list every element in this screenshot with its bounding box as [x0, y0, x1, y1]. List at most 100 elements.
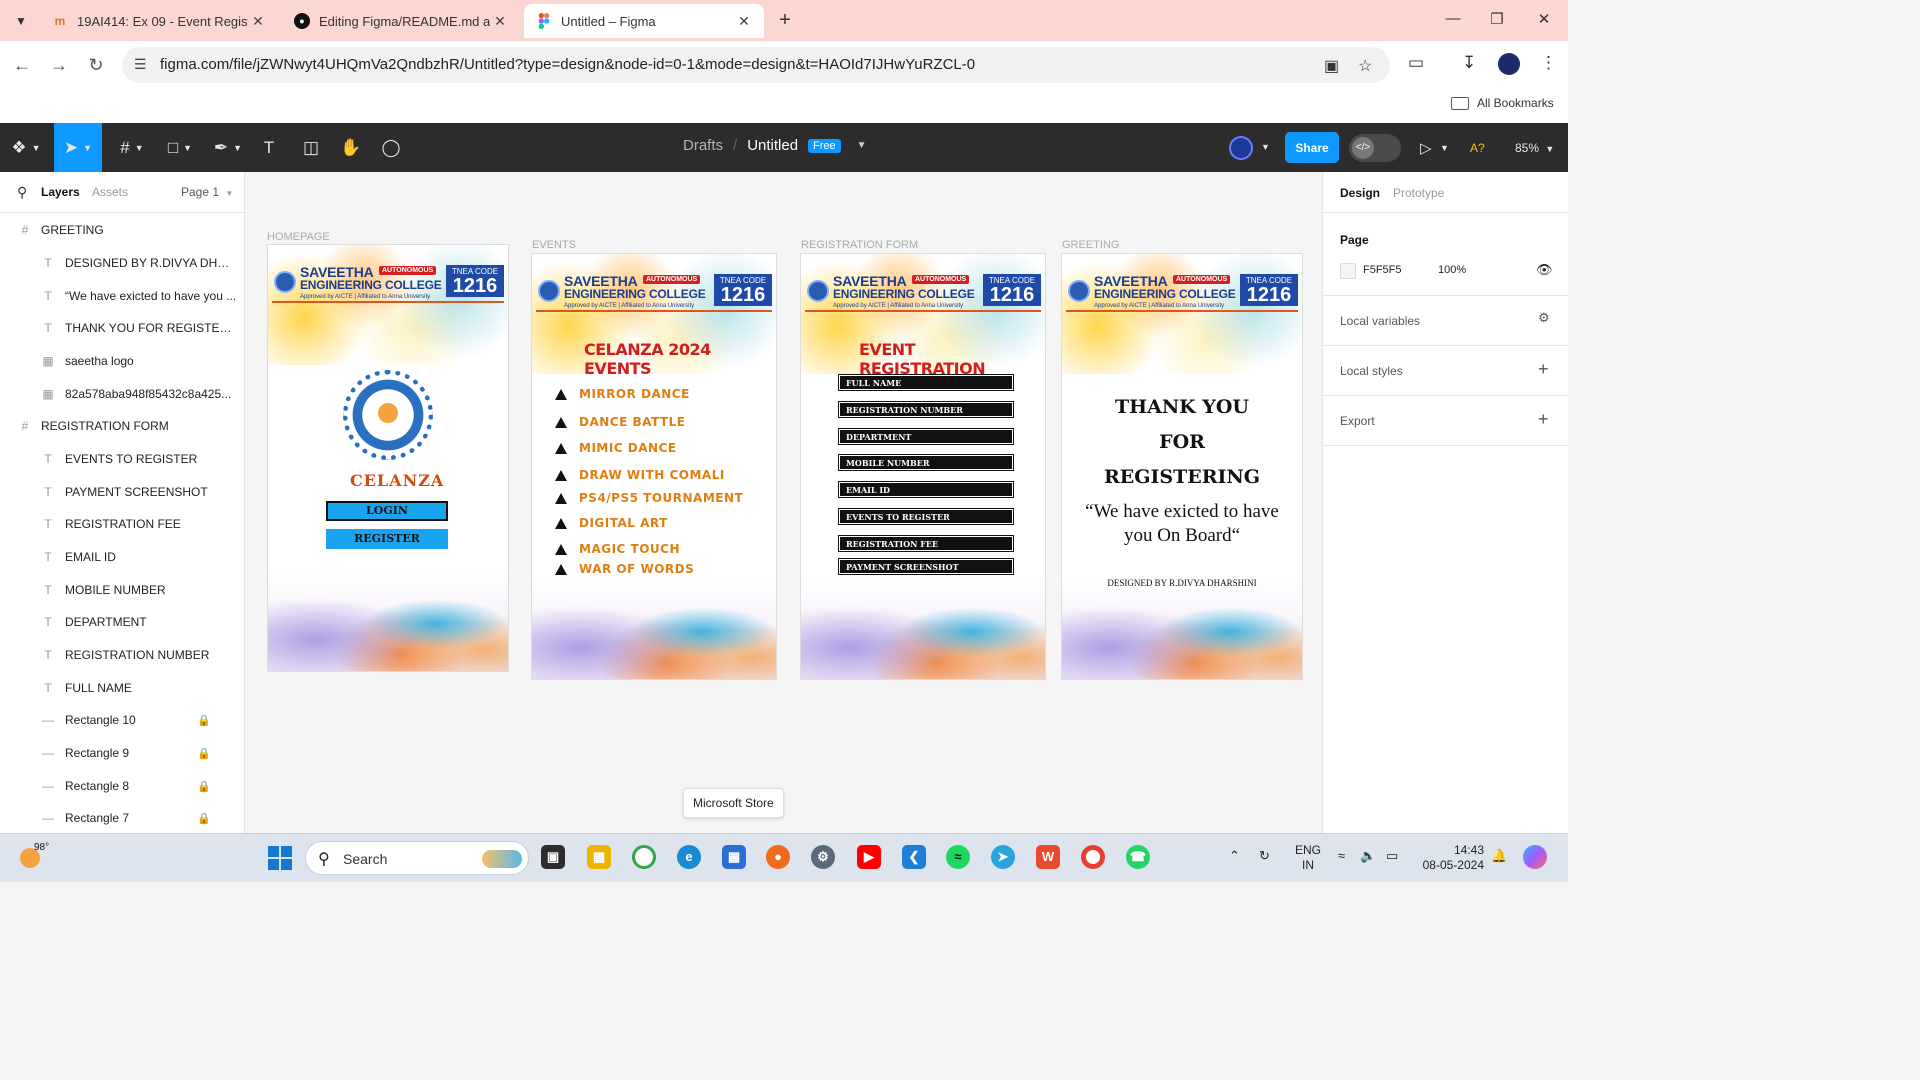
department-field[interactable]: DEPARTMENT [838, 428, 1014, 445]
tab-design[interactable]: Design [1340, 186, 1380, 200]
copilot-pre-icon[interactable] [1523, 845, 1547, 869]
download-icon[interactable]: ↧ [1462, 53, 1476, 73]
clock[interactable]: 14:43 08-05-2024 [1420, 843, 1484, 873]
registration-fee-field[interactable]: REGISTRATION FEE [838, 535, 1014, 552]
taskbar-search[interactable]: ⚲ Search [305, 841, 529, 875]
notification-bell-icon[interactable]: 🔔 [1491, 848, 1507, 864]
login-button[interactable]: LOGIN [326, 501, 448, 521]
file-explorer-icon[interactable]: ▦ [587, 845, 611, 869]
telegram-icon[interactable]: ➤ [991, 845, 1015, 869]
close-tab-icon[interactable]: ✕ [490, 13, 510, 30]
extensions-icon[interactable]: ▭ [1408, 53, 1424, 73]
site-info-icon[interactable]: ☰ [134, 56, 147, 73]
layer-row[interactable]: — Rectangle 10 🔒 [0, 705, 244, 735]
youtube-icon[interactable]: ▶ [857, 845, 881, 869]
omnibox[interactable]: ☰ figma.com/file/jZWNwyt4UHQmVa2QndbzhR/… [122, 47, 1390, 83]
edge-icon[interactable]: e [677, 845, 701, 869]
zoom-control[interactable]: 85% ▼ [1515, 141, 1554, 155]
layer-row[interactable]: — Rectangle 8 🔒 [0, 771, 244, 801]
browser-tab-figma[interactable]: Untitled – Figma ✕ [524, 4, 764, 38]
layer-row[interactable]: T THANK YOU FOR REGISTERI... [0, 313, 244, 343]
bookmark-star-icon[interactable]: ☆ [1358, 56, 1372, 76]
frame-label-registration[interactable]: REGISTRATION FORM [801, 239, 918, 251]
layer-row[interactable]: T “We have exicted to have you ... [0, 281, 244, 311]
close-tab-icon[interactable]: ✕ [248, 13, 268, 30]
search-icon[interactable]: ⚲ [17, 184, 27, 201]
close-tab-icon[interactable]: ✕ [734, 13, 754, 30]
layer-row[interactable]: T FULL NAME [0, 673, 244, 703]
minimize-icon[interactable]: — [1443, 10, 1463, 27]
move-tool-button[interactable]: ➤ ▼ [54, 123, 102, 172]
frame-registration-form[interactable]: SAVEETHA ENGINEERING COLLEGE AUTONOMOUS … [801, 254, 1045, 679]
frame-homepage[interactable]: SAVEETHA ENGINEERING COLLEGE AUTONOMOUS … [268, 245, 508, 671]
eye-icon[interactable]: 👁 [1536, 262, 1553, 278]
local-styles-section[interactable]: Local styles + [1323, 346, 1569, 396]
battery-icon[interactable]: ▭ [1386, 848, 1398, 864]
register-button[interactable]: REGISTER [326, 529, 448, 549]
settings-icon[interactable]: ⚙ [811, 845, 835, 869]
tab-search-chevron-icon[interactable]: ▼ [8, 8, 34, 34]
layer-row[interactable]: ▦ 82a578aba948f85432c8a425... [0, 379, 244, 409]
page-selector[interactable]: Page 1 ▼ [181, 185, 233, 199]
tab-prototype[interactable]: Prototype [1393, 186, 1444, 200]
sync-icon[interactable]: ↻ [1259, 848, 1270, 864]
frame-tool-button[interactable]: # ▼ [112, 123, 152, 172]
drafts-link[interactable]: Drafts [683, 137, 723, 154]
layer-row[interactable]: T EMAIL ID [0, 542, 244, 572]
registration-number-field[interactable]: REGISTRATION NUMBER [838, 401, 1014, 418]
resources-button[interactable]: ◫ [298, 123, 324, 172]
layer-row[interactable]: # REGISTRATION FORM [0, 411, 244, 441]
browser-menu-icon[interactable]: ⋮ [1540, 53, 1557, 73]
profile-avatar[interactable] [1498, 53, 1520, 75]
payment-screenshot-field[interactable]: PAYMENT SCREENSHOT [838, 558, 1014, 575]
pen-tool-button[interactable]: ✒ ▼ [208, 123, 248, 172]
page-color-swatch[interactable] [1340, 263, 1356, 279]
hand-tool-button[interactable]: ✋ [338, 123, 364, 172]
email-id-field[interactable]: EMAIL ID [838, 481, 1014, 498]
whatsapp-icon[interactable]: ☎ [1126, 845, 1150, 869]
show-hidden-icons[interactable]: ⌃ [1229, 848, 1240, 864]
design-canvas[interactable]: HOMEPAGE EVENTS REGISTRATION FORM GREETI… [246, 172, 1322, 833]
layer-row[interactable]: — Rectangle 7 🔒 [0, 803, 244, 833]
weather-widget[interactable]: 98° [20, 842, 50, 872]
frame-label-homepage[interactable]: HOMEPAGE [267, 231, 330, 243]
text-tool-button[interactable]: T [256, 123, 282, 172]
page-opacity-value[interactable]: 100% [1438, 264, 1466, 276]
firefox-icon[interactable]: ● [766, 845, 790, 869]
ai-label[interactable]: A? [1470, 141, 1485, 155]
user-avatar[interactable] [1229, 136, 1253, 160]
local-variables-section[interactable]: Local variables ⚙ [1323, 296, 1569, 346]
layer-row[interactable]: T DESIGNED BY R.DIVYA DHAR... [0, 248, 244, 278]
shape-tool-button[interactable]: □ ▼ [160, 123, 200, 172]
frame-label-greeting[interactable]: GREETING [1062, 239, 1119, 251]
layer-row[interactable]: T REGISTRATION FEE [0, 509, 244, 539]
layer-row[interactable]: T EVENTS TO REGISTER [0, 444, 244, 474]
tab-assets[interactable]: Assets [92, 185, 128, 199]
lock-icon[interactable]: 🔒 [197, 714, 211, 727]
browser-tab-github[interactable]: ● Editing Figma/README.md at m ✕ [282, 4, 520, 38]
frame-events[interactable]: SAVEETHA ENGINEERING COLLEGE AUTONOMOUS … [532, 254, 776, 679]
frame-label-events[interactable]: EVENTS [532, 239, 576, 251]
chevron-down-icon[interactable]: ▼ [857, 140, 867, 151]
chevron-down-icon[interactable]: ▼ [1261, 142, 1270, 152]
layer-row[interactable]: # GREETING [0, 215, 244, 245]
page-color-value[interactable]: F5F5F5 [1363, 264, 1402, 276]
share-button[interactable]: Share [1285, 132, 1339, 163]
language-indicator[interactable]: ENG IN [1295, 843, 1321, 873]
all-bookmarks-button[interactable]: All Bookmarks [1451, 96, 1554, 110]
events-to-register-field[interactable]: EVENTS TO REGISTER [838, 508, 1014, 525]
layer-row[interactable]: T MOBILE NUMBER [0, 575, 244, 605]
url-text[interactable]: figma.com/file/jZWNwyt4UHQmVa2QndbzhR/Un… [160, 56, 975, 73]
layer-row[interactable]: T REGISTRATION NUMBER [0, 640, 244, 670]
spotify-icon[interactable]: ≈ [946, 845, 970, 869]
close-window-icon[interactable]: ✕ [1534, 10, 1554, 28]
layer-row[interactable]: T PAYMENT SCREENSHOT [0, 477, 244, 507]
frame-greeting[interactable]: SAVEETHA ENGINEERING COLLEGE AUTONOMOUS … [1062, 254, 1302, 679]
no-tracking-icon[interactable]: ▣ [1324, 56, 1339, 76]
task-view-icon[interactable]: ▣ [541, 845, 565, 869]
microsoft-store-icon[interactable]: ▦ [722, 845, 746, 869]
volume-icon[interactable]: 🔈 [1360, 848, 1376, 864]
browser-tab-moodle[interactable]: m 19AI414: Ex 09 - Event Registrati ✕ [40, 4, 278, 38]
variables-settings-icon[interactable]: ⚙ [1538, 310, 1550, 326]
wps-office-icon[interactable]: W [1036, 845, 1060, 869]
